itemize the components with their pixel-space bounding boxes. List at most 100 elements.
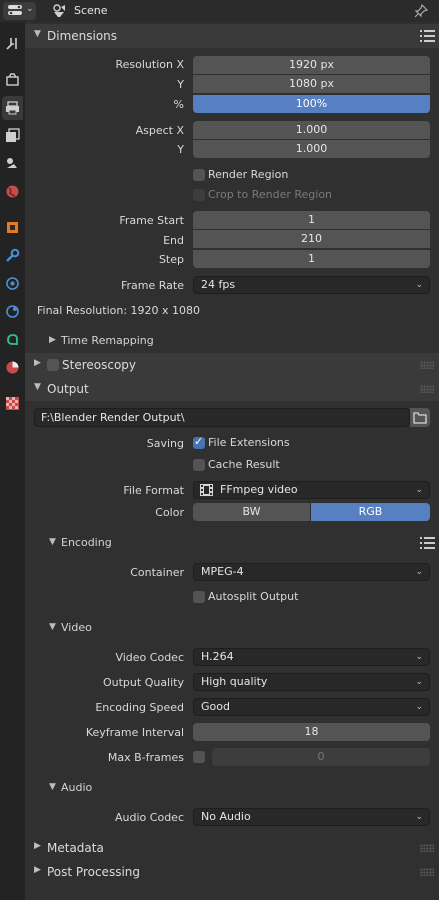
resolution-x-field[interactable]: 1920 px xyxy=(193,56,430,74)
folder-icon xyxy=(413,412,427,424)
drag-grip-icon[interactable] xyxy=(420,361,434,369)
chevron-right-icon: ▶ xyxy=(49,335,56,345)
tab-material[interactable] xyxy=(2,356,23,380)
stereoscopy-checkbox[interactable] xyxy=(47,359,59,371)
tab-output[interactable] xyxy=(2,96,23,120)
file-format-label: File Format xyxy=(123,484,184,497)
chevron-down-icon: ▼ xyxy=(49,537,56,547)
chevron-down-icon: ⌄ xyxy=(415,702,423,712)
frame-start-label: Frame Start xyxy=(119,214,184,227)
max-bframes-label: Max B-frames xyxy=(107,751,184,764)
keyframe-interval-label: Keyframe Interval xyxy=(85,726,184,739)
encoding-speed-dropdown[interactable]: Good ⌄ xyxy=(193,698,430,716)
chevron-right-icon: ▶ xyxy=(34,358,41,368)
resolution-x-label: Resolution X xyxy=(115,58,184,71)
audio-codec-dropdown[interactable]: No Audio ⌄ xyxy=(193,808,430,826)
file-format-dropdown[interactable]: FFmpeg video ⌄ xyxy=(193,481,430,499)
panel-title: Output xyxy=(47,382,89,396)
output-path-field[interactable]: F:\Blender Render Output\ xyxy=(34,408,410,427)
panel-header-post-processing[interactable]: ▶ Post Processing xyxy=(25,860,439,884)
render-region-checkbox[interactable] xyxy=(193,169,205,181)
color-label: Color xyxy=(155,506,184,519)
wrench-icon xyxy=(6,248,20,262)
tab-tool[interactable] xyxy=(2,32,23,56)
max-bframes-field[interactable]: 0 xyxy=(212,748,430,766)
encoding-speed-value: Good xyxy=(201,700,230,713)
subpanel-header-time-remapping[interactable]: ▶ Time Remapping xyxy=(25,331,439,351)
drag-grip-icon[interactable] xyxy=(420,385,434,393)
tab-scene[interactable] xyxy=(2,152,23,176)
presets-menu-icon[interactable] xyxy=(420,536,436,550)
editor-type-button[interactable]: ⌄ xyxy=(3,2,36,20)
max-bframes-checkbox[interactable] xyxy=(193,751,205,763)
tab-render[interactable] xyxy=(2,68,23,92)
resolution-percent-label: % xyxy=(173,98,184,111)
cache-result-label: Cache Result xyxy=(208,458,280,471)
tab-object[interactable] xyxy=(2,216,23,240)
pin-icon[interactable] xyxy=(413,3,429,19)
panel-title: Stereoscopy xyxy=(62,358,137,372)
crop-region-label: Crop to Render Region xyxy=(208,188,333,201)
tab-view-layer[interactable] xyxy=(2,124,23,148)
autosplit-checkbox[interactable] xyxy=(193,591,205,603)
properties-tab-bar xyxy=(0,22,25,900)
panel-header-output[interactable]: ▼ Output xyxy=(25,377,439,401)
properties-editor-icon xyxy=(8,5,22,15)
tab-texture[interactable] xyxy=(2,392,23,416)
world-icon xyxy=(6,185,19,198)
chevron-down-icon: ⌄ xyxy=(415,652,423,662)
subpanel-header-video[interactable]: ▼ Video xyxy=(25,618,439,638)
resolution-percent-slider[interactable]: 100% xyxy=(193,95,430,113)
file-extensions-checkbox[interactable] xyxy=(193,435,205,449)
chevron-down-icon: ▼ xyxy=(34,382,41,392)
panel-header-dimensions[interactable]: ▼ Dimensions xyxy=(25,24,439,48)
tab-world[interactable] xyxy=(2,180,23,204)
frame-rate-label: Frame Rate xyxy=(121,279,184,292)
frame-end-field[interactable]: 210 xyxy=(193,230,430,248)
subpanel-header-audio[interactable]: ▼ Audio xyxy=(25,778,439,798)
frame-start-field[interactable]: 1 xyxy=(193,211,430,229)
keyframe-interval-field[interactable]: 18 xyxy=(193,723,430,741)
output-path-value: F:\Blender Render Output\ xyxy=(41,411,185,424)
drag-grip-icon[interactable] xyxy=(420,868,434,876)
frame-step-field[interactable]: 1 xyxy=(193,250,430,268)
tool-icon xyxy=(6,38,17,50)
output-printer-icon xyxy=(6,101,19,115)
tab-modifiers[interactable] xyxy=(2,244,23,268)
subpanel-title: Video xyxy=(61,621,92,634)
output-quality-label: Output Quality xyxy=(102,676,184,689)
subpanel-header-encoding[interactable]: ▼ Encoding xyxy=(25,533,439,553)
cache-result-checkbox[interactable] xyxy=(193,459,205,471)
chevron-right-icon: ▶ xyxy=(34,865,41,875)
subpanel-title: Audio xyxy=(61,781,93,794)
material-icon xyxy=(6,361,19,374)
tab-physics[interactable] xyxy=(2,300,23,324)
aspect-x-field[interactable]: 1.000 xyxy=(193,121,430,139)
container-dropdown[interactable]: MPEG-4 ⌄ xyxy=(193,563,430,581)
drag-grip-icon[interactable] xyxy=(420,844,434,852)
crop-region-checkbox[interactable] xyxy=(193,189,205,201)
video-codec-dropdown[interactable]: H.264 ⌄ xyxy=(193,648,430,666)
output-quality-dropdown[interactable]: High quality ⌄ xyxy=(193,673,430,691)
tab-particles[interactable] xyxy=(2,272,23,296)
frame-rate-dropdown[interactable]: 24 fps ⌄ xyxy=(193,276,430,294)
subpanel-title: Encoding xyxy=(61,536,112,549)
video-codec-value: H.264 xyxy=(201,650,234,663)
chevron-down-icon: ▼ xyxy=(49,622,56,632)
browse-folder-button[interactable] xyxy=(410,408,430,427)
texture-checker-icon xyxy=(6,397,19,410)
saving-label: Saving xyxy=(146,437,184,450)
presets-menu-icon[interactable] xyxy=(420,29,436,43)
resolution-y-field[interactable]: 1080 px xyxy=(193,75,430,93)
aspect-y-field[interactable]: 1.000 xyxy=(193,140,430,158)
chevron-down-icon: ▼ xyxy=(49,782,56,792)
audio-codec-label: Audio Codec xyxy=(115,811,184,824)
panel-header-metadata[interactable]: ▶ Metadata xyxy=(25,836,439,860)
panel-title: Dimensions xyxy=(47,29,118,43)
tab-data[interactable] xyxy=(2,328,23,352)
color-rgb-button[interactable]: RGB xyxy=(311,503,430,521)
panel-header-stereoscopy[interactable]: ▶ Stereoscopy xyxy=(25,353,439,377)
color-bw-button[interactable]: BW xyxy=(193,503,310,521)
render-region-label: Render Region xyxy=(208,168,289,181)
encoding-speed-label: Encoding Speed xyxy=(95,701,184,714)
